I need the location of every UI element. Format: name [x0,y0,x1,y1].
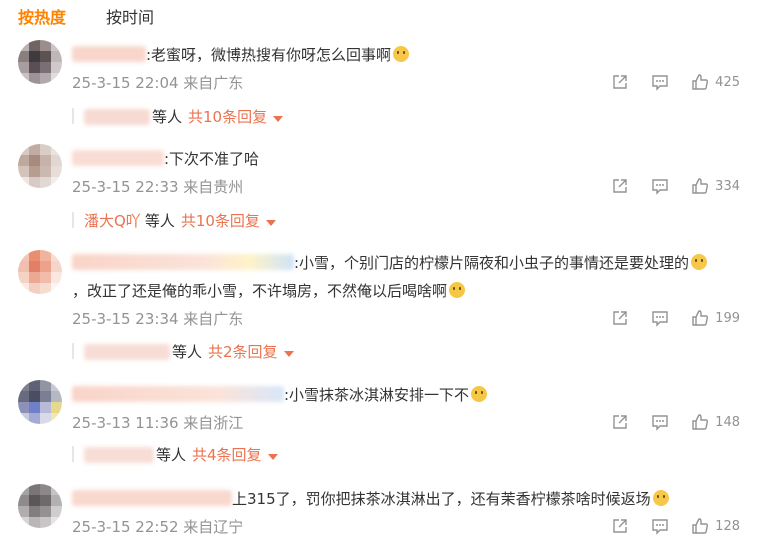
comment-button[interactable] [651,309,669,327]
thumbs-up-icon [692,518,709,534]
comment-actions: 334 [589,176,740,196]
chevron-down-icon [283,351,294,357]
share-icon [613,75,627,89]
reply-divider [72,212,74,228]
avatar[interactable] [18,40,62,84]
chevron-down-icon [265,220,276,226]
share-button[interactable] [611,177,629,195]
share-button[interactable] [611,73,629,91]
comment-button[interactable] [651,73,669,91]
tab-by-time[interactable]: 按时间 [106,4,154,28]
comment-icon [652,75,668,91]
username-blurred[interactable] [72,254,294,270]
share-icon [613,311,627,325]
comment-text: :下次不准了哈 [164,150,260,168]
comment-icon [652,415,668,431]
expand-replies-button[interactable]: 共4条回复 [192,444,278,465]
thumbs-up-icon [692,74,709,90]
comment-button[interactable] [651,413,669,431]
share-icon [613,415,627,429]
thumbs-up-icon [692,414,709,430]
comment-actions: 128 [589,516,740,536]
reply-divider [72,343,74,359]
chevron-down-icon [267,454,278,460]
comment-button[interactable] [651,517,669,535]
reply-username-blurred[interactable] [84,343,170,360]
comment-text: :老蜜呀，微博热搜有你呀怎么回事啊 [146,44,410,65]
avatar[interactable] [18,484,62,528]
avatar[interactable] [18,250,62,294]
like-button[interactable]: 334 [691,177,740,195]
thumbs-up-icon [692,178,709,194]
laugh-emoji [393,46,410,62]
reply-label: 等人 [152,108,183,126]
like-button[interactable]: 148 [691,413,740,431]
share-button[interactable] [611,413,629,431]
comment-actions: 148 [589,412,740,432]
laugh-emoji [652,490,669,506]
expand-replies-button[interactable]: 共10条回复 [188,106,284,127]
thumbs-up-icon [692,310,709,326]
like-count: 425 [715,74,740,90]
tab-by-hot[interactable]: 按热度 [18,4,66,28]
like-count: 334 [715,178,740,194]
sort-tabs: 按热度 按时间 [0,0,758,30]
comment-meta: 25-3-13 11:36 来自浙江 [72,414,244,432]
cry-emoji [449,282,466,298]
comment-icon [652,179,668,195]
share-button[interactable] [611,309,629,327]
like-button[interactable]: 128 [691,517,740,535]
comment-meta: 25-3-15 22:33 来自贵州 [72,178,244,196]
reply-label: 等人 [156,446,187,464]
reply-username[interactable]: 潘大Q吖 [84,210,141,231]
like-count: 199 [715,310,740,326]
reply-username-blurred[interactable] [84,446,154,463]
comment-text: 上315了，罚你把抹茶冰淇淋出了，还有茉香柠檬茶啥时候返场 [232,488,669,509]
like-count: 148 [715,414,740,430]
expand-replies-button[interactable]: 共2条回复 [208,341,294,362]
reply-label: 等人 [144,212,175,230]
comment-actions: 199 [589,308,740,328]
comment-actions: 425 [589,72,740,92]
like-button[interactable]: 199 [691,309,740,327]
comment-meta: 25-3-15 23:34 来自广东 [72,310,244,328]
share-button[interactable] [611,517,629,535]
chevron-down-icon [273,116,284,122]
avatar[interactable] [18,380,62,424]
username-blurred[interactable] [72,386,284,402]
username-blurred[interactable] [72,150,164,166]
comment-meta: 25-3-15 22:04 来自广东 [72,74,244,92]
like-button[interactable]: 425 [691,73,740,91]
like-count: 128 [715,518,740,534]
username-blurred[interactable] [72,490,232,506]
comment-text-continued: ，改正了还是俺的乖小雪，不许塌房，不然俺以后喝啥啊 [72,280,466,301]
comment-icon [652,519,668,535]
reply-divider [72,446,74,462]
reply-divider [72,108,74,124]
username-blurred[interactable] [72,46,146,62]
share-icon [613,519,627,533]
sigh-emoji [691,254,708,270]
comment-text: :小雪，个别门店的柠檬片隔夜和小虫子的事情还是要处理的 [294,252,708,273]
reply-label: 等人 [172,343,203,361]
expand-replies-button[interactable]: 共10条回复 [181,210,276,231]
share-icon [613,179,627,193]
comment-button[interactable] [651,177,669,195]
comment-meta: 25-3-15 22:52 来自辽宁 [72,518,244,536]
cry-emoji [471,386,488,402]
avatar[interactable] [18,144,62,188]
reply-username-blurred[interactable] [84,108,150,125]
comment-text: :小雪抹茶冰淇淋安排一下不 [284,384,488,405]
comment-icon [652,311,668,327]
